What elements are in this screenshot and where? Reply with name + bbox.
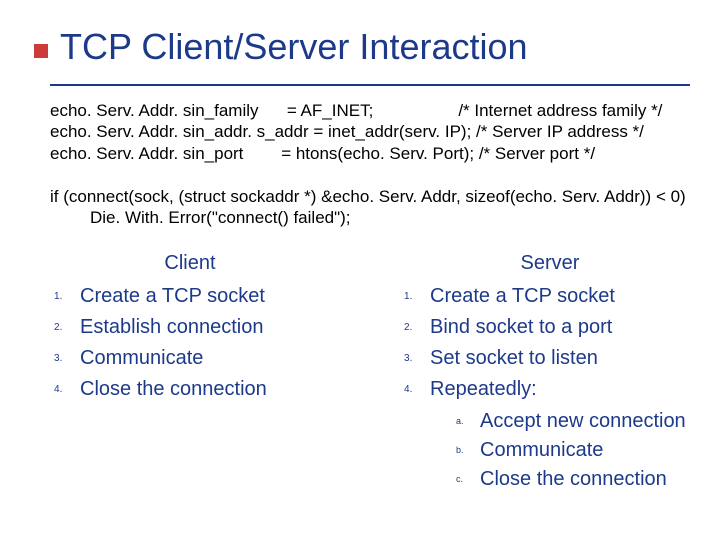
list-item: Repeatedly: Accept new connection Commun… — [404, 374, 700, 494]
server-column: Server Create a TCP socket Bind socket t… — [400, 252, 700, 494]
server-header: Server — [400, 252, 700, 275]
list-item: Communicate — [54, 343, 330, 374]
server-list: Create a TCP socket Bind socket to a por… — [400, 281, 700, 494]
list-item: Create a TCP socket — [54, 281, 330, 312]
code-line: echo. Serv. Addr. sin_addr. s_addr = ine… — [50, 122, 644, 141]
list-item: Communicate — [446, 436, 700, 465]
list-item: Accept new connection — [446, 407, 700, 436]
code-line: if (connect(sock, (struct sockaddr *) &e… — [50, 187, 686, 206]
list-item-label: Repeatedly: — [430, 378, 537, 400]
code-block-connect: if (connect(sock, (struct sockaddr *) &e… — [50, 186, 710, 229]
slide-title: TCP Client/Server Interaction — [60, 26, 700, 68]
list-item: Establish connection — [54, 312, 330, 343]
client-list: Create a TCP socket Establish connection… — [50, 281, 330, 405]
list-item: Bind socket to a port — [404, 312, 700, 343]
title-accent — [34, 44, 48, 58]
code-line: echo. Serv. Addr. sin_family = AF_INET; … — [50, 101, 662, 120]
list-item: Close the connection — [54, 374, 330, 405]
slide: TCP Client/Server Interaction echo. Serv… — [0, 0, 720, 540]
client-header: Client — [50, 252, 330, 275]
list-item: Set socket to listen — [404, 343, 700, 374]
client-column: Client Create a TCP socket Establish con… — [50, 252, 330, 405]
server-sublist: Accept new connection Communicate Close … — [446, 407, 700, 494]
list-item: Create a TCP socket — [404, 281, 700, 312]
code-block-setup: echo. Serv. Addr. sin_family = AF_INET; … — [50, 100, 700, 164]
code-line: echo. Serv. Addr. sin_port = htons(echo.… — [50, 144, 595, 163]
code-line: Die. With. Error("connect() failed"); — [50, 207, 710, 228]
title-rule — [50, 84, 690, 86]
list-item: Close the connection — [446, 465, 700, 494]
